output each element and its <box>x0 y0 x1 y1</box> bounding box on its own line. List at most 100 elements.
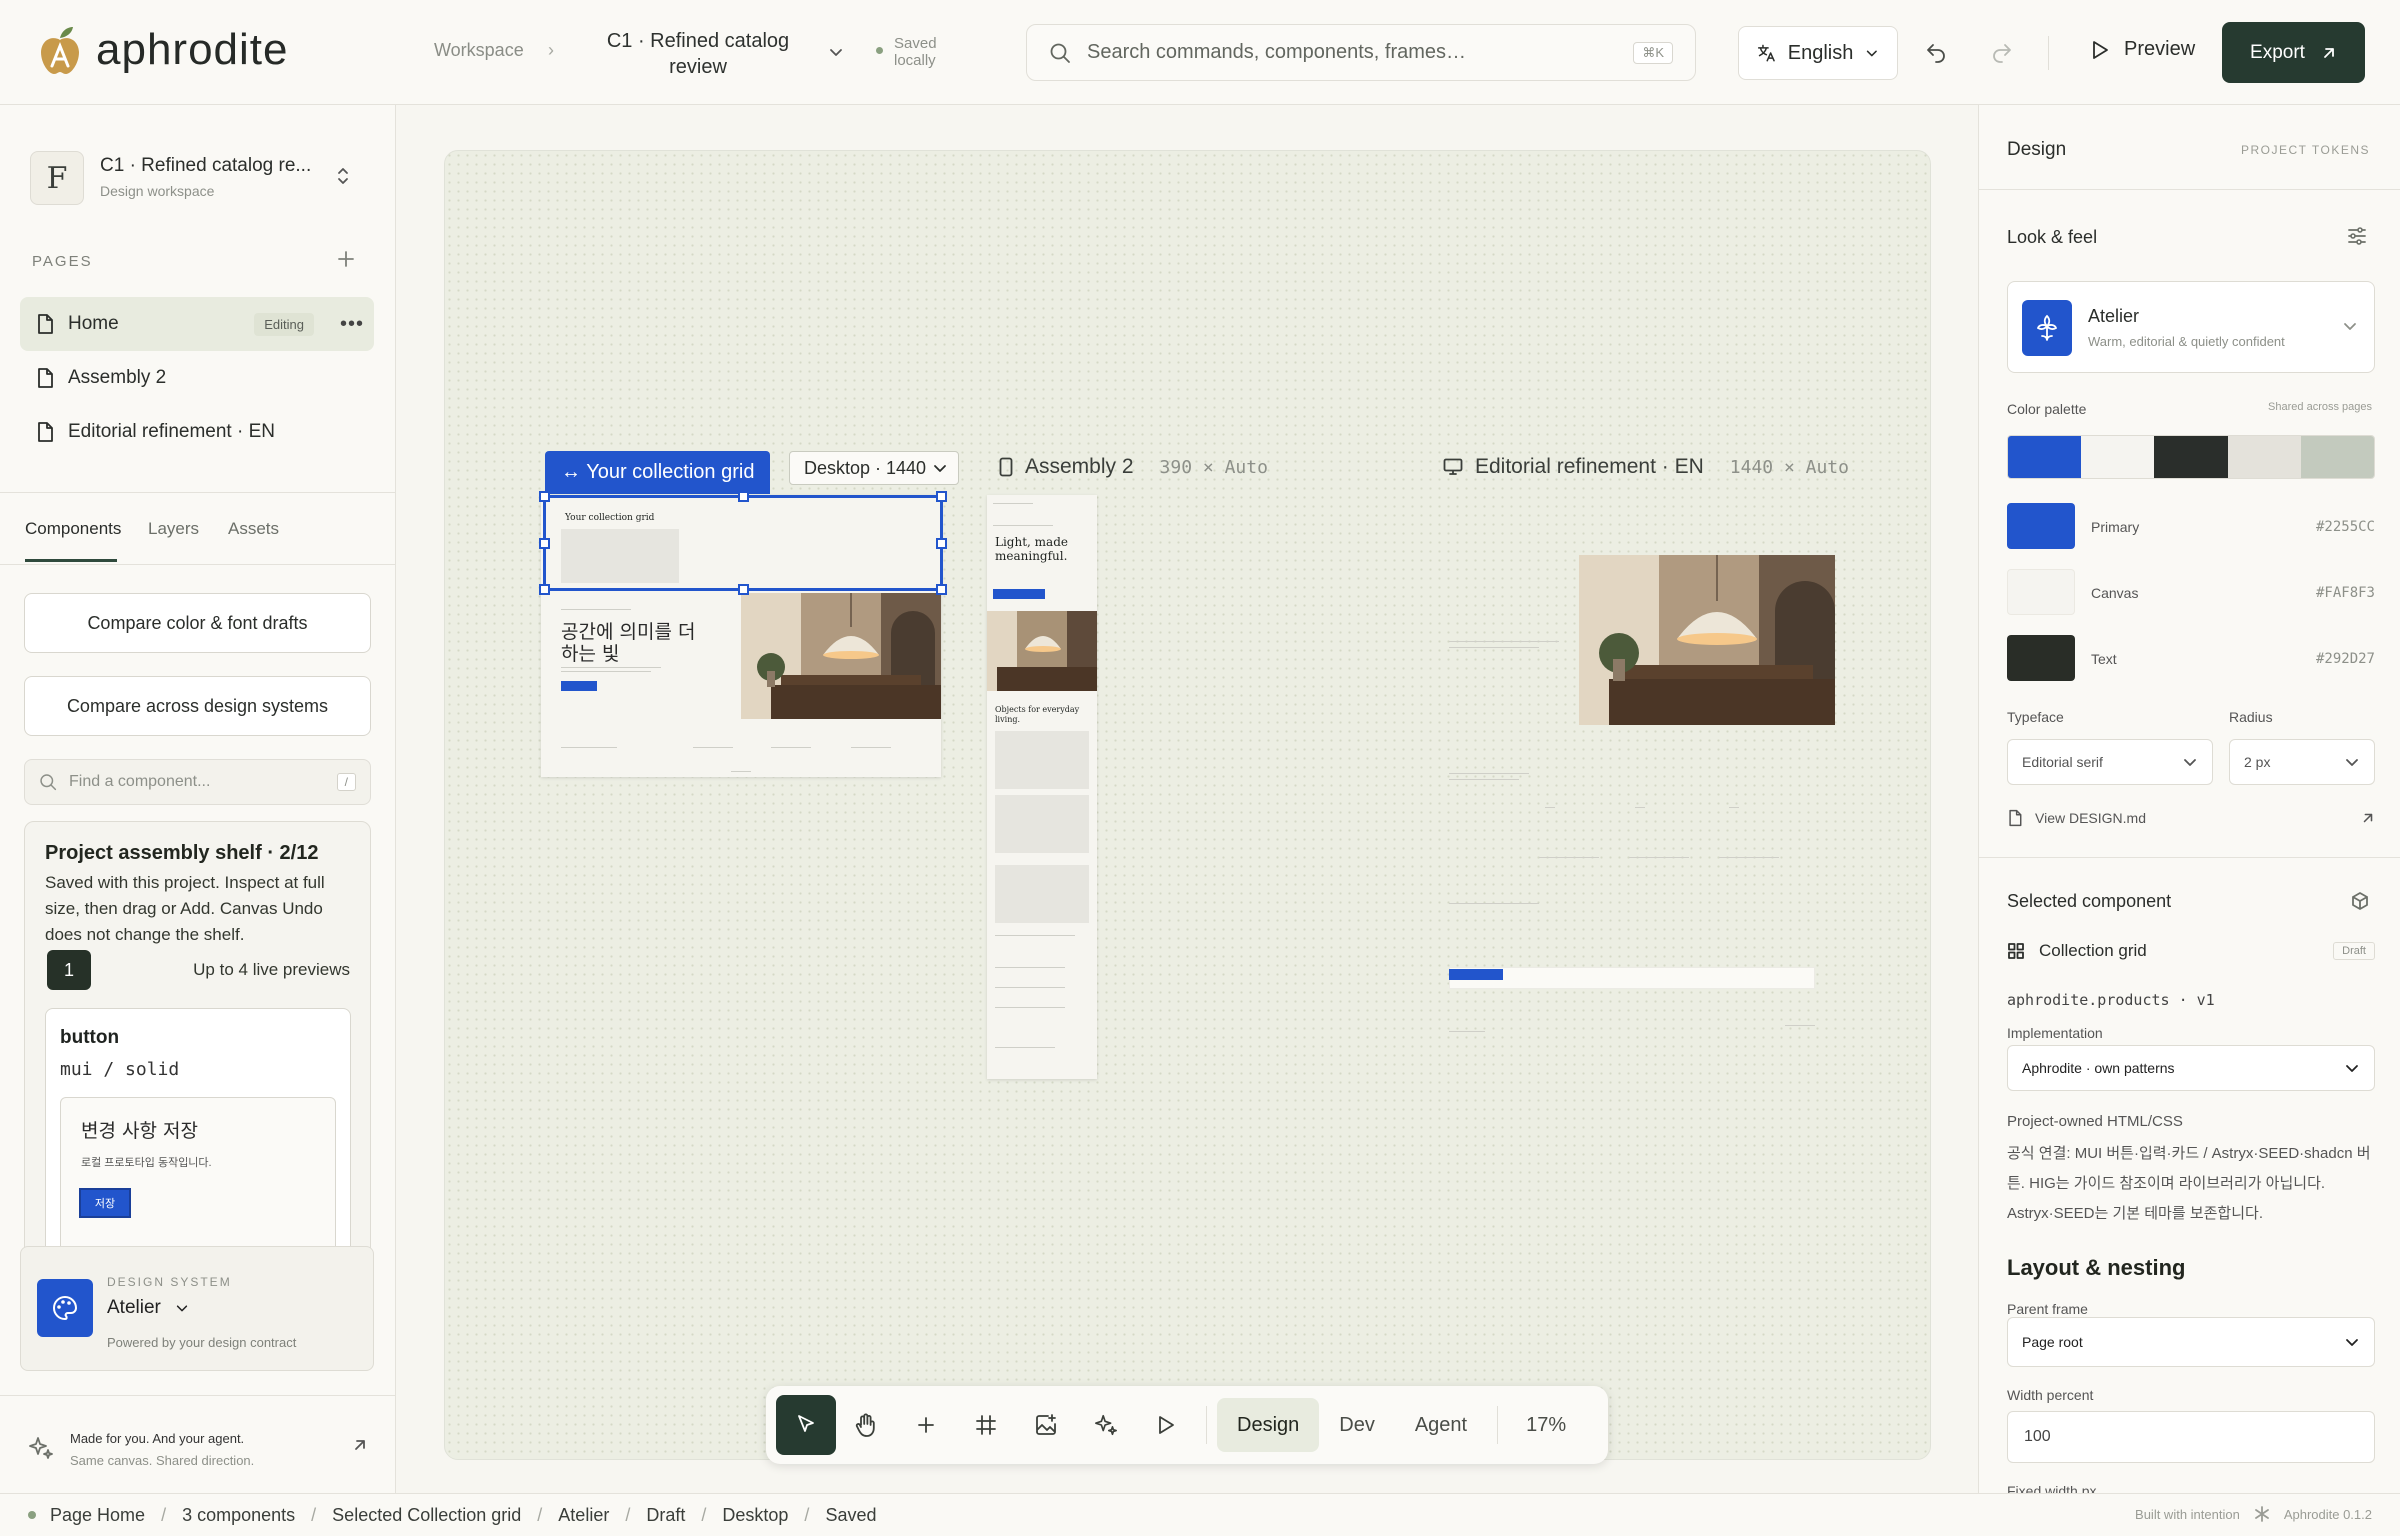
chevron-down-icon <box>1867 50 1878 57</box>
width-percent-input[interactable]: 100 <box>2007 1411 2375 1463</box>
design-system-select[interactable]: Atelier <box>107 1297 189 1319</box>
radius-select[interactable]: 2 px <box>2229 739 2375 785</box>
text-line <box>1635 807 1645 808</box>
resize-handle[interactable] <box>738 491 749 502</box>
document-icon <box>38 314 53 334</box>
resize-handle[interactable] <box>539 538 550 549</box>
design-system-sub: Powered by your design contract <box>107 1335 297 1350</box>
image-tool[interactable] <box>1016 1395 1076 1455</box>
mode-design[interactable]: Design <box>1217 1398 1320 1452</box>
component-search-input[interactable]: Find a component... / <box>24 759 371 805</box>
workspace-switcher[interactable]: F C1 · Refined catalog re... Design work… <box>30 145 370 207</box>
component-path: aphrodite.products · v1 <box>2007 991 2215 1009</box>
shelf-count-badge[interactable]: 1 <box>47 950 91 990</box>
shelf-title: Project assembly shelf · 2/12 <box>45 842 319 864</box>
dock-divider <box>1497 1406 1499 1444</box>
text-line <box>561 747 617 748</box>
mode-dev[interactable]: Dev <box>1319 1398 1395 1452</box>
more-icon[interactable]: ••• <box>340 313 364 336</box>
frame1-cta <box>561 681 597 691</box>
add-tool[interactable] <box>896 1395 956 1455</box>
redo-icon[interactable] <box>1990 40 2014 64</box>
status-right: Built with intention Aphrodite 0.1.2 <box>2135 1506 2372 1522</box>
chevron-up-down-icon <box>338 168 348 184</box>
active-tab-indicator <box>25 559 117 562</box>
swatch-row-primary[interactable]: Primary #2255CC <box>2007 503 2375 553</box>
dock-divider <box>1206 1406 1207 1444</box>
text-line <box>993 525 1053 526</box>
frame-label-assembly-2[interactable]: Assembly 2 390 × Auto <box>999 455 1268 479</box>
swatch-row-canvas[interactable]: Canvas #FAF8F3 <box>2007 569 2375 619</box>
palette-chip[interactable] <box>2081 436 2155 478</box>
palette-chip[interactable] <box>2227 436 2301 478</box>
view-design-md-link[interactable]: View DESIGN.md <box>2007 809 2375 827</box>
palette-chip[interactable] <box>2300 436 2374 478</box>
compare-systems-button[interactable]: Compare across design systems <box>24 676 371 736</box>
theme-sub: Warm, editorial & quietly confident <box>2088 334 2285 349</box>
ai-tool[interactable] <box>1076 1395 1136 1455</box>
resize-handle[interactable] <box>936 538 947 549</box>
breadcrumb-workspace[interactable]: Workspace <box>434 40 524 61</box>
undo-icon[interactable] <box>1924 40 1948 64</box>
project-title[interactable]: C1 · Refined catalog review <box>598 28 798 80</box>
tab-layers[interactable]: Layers <box>148 519 199 539</box>
page-item-home[interactable]: Home Editing ••• <box>20 297 374 351</box>
frame2-title: Assembly 2 <box>1025 455 1134 478</box>
typeface-select[interactable]: Editorial serif <box>2007 739 2213 785</box>
frame3-footer-bar <box>1449 967 1815 989</box>
sliders-icon[interactable] <box>2346 225 2368 247</box>
compare-color-button[interactable]: Compare color & font drafts <box>24 593 371 653</box>
play-tool[interactable] <box>1136 1395 1196 1455</box>
apple-logo-icon <box>41 27 79 74</box>
command-search[interactable]: Search commands, components, frames… ⌘K <box>1026 24 1696 81</box>
export-button[interactable]: Export <box>2222 22 2365 83</box>
typeface-value: Editorial serif <box>2022 754 2103 770</box>
hand-tool[interactable] <box>836 1395 896 1455</box>
project-tokens-link[interactable]: PROJECT TOKENS <box>2241 143 2370 157</box>
chevron-down-icon <box>2344 323 2356 330</box>
parent-frame-select[interactable]: Page root <box>2007 1317 2375 1367</box>
zoom-level[interactable]: 17% <box>1508 1414 1584 1437</box>
design-system-label: DESIGN SYSTEM <box>107 1275 232 1289</box>
preview-button[interactable]: Preview <box>2090 38 2195 61</box>
design-canvas[interactable]: ↔ Your collection grid Desktop · 1440 As… <box>444 150 1931 1460</box>
resize-handle[interactable] <box>738 584 749 595</box>
component-row[interactable]: Collection grid Draft <box>2007 941 2375 961</box>
page-label: Assembly 2 <box>68 367 167 388</box>
palette-strip[interactable] <box>2007 435 2375 479</box>
resize-handle[interactable] <box>539 584 550 595</box>
breakpoint-select[interactable]: Desktop · 1440 <box>789 451 959 485</box>
palette-chip[interactable] <box>2154 436 2228 478</box>
resize-handle[interactable] <box>936 491 947 502</box>
tab-assets[interactable]: Assets <box>228 519 279 539</box>
status-system: Atelier <box>558 1504 610 1525</box>
implementation-select[interactable]: Aphrodite · own patterns <box>2007 1045 2375 1091</box>
swatch-name: Canvas <box>2091 585 2139 601</box>
design-system-card[interactable]: DESIGN SYSTEM Atelier Powered by your de… <box>20 1246 374 1371</box>
status-sep: / <box>701 1504 707 1525</box>
frame-tool[interactable] <box>956 1395 1016 1455</box>
palette-chip[interactable] <box>2008 436 2082 478</box>
selected-component-tag[interactable]: ↔ Your collection grid <box>545 451 771 494</box>
resize-handle[interactable] <box>539 491 550 502</box>
right-panel: Design PROJECT TOKENS Look & feel Atelie… <box>1978 105 2400 1493</box>
plus-icon[interactable] <box>336 249 356 269</box>
frame-label-editorial[interactable]: Editorial refinement · EN 1440 × Auto <box>1443 455 1849 479</box>
resize-handle[interactable] <box>936 584 947 595</box>
app-logo[interactable]: aphrodite <box>38 24 288 76</box>
page-item-editorial[interactable]: Editorial refinement · EN <box>20 405 374 459</box>
select-tool[interactable] <box>776 1395 836 1455</box>
agent-promo[interactable]: Made for you. And your agent. Same canva… <box>28 1423 368 1473</box>
page-item-assembly-2[interactable]: Assembly 2 <box>20 351 374 405</box>
text-line <box>1629 857 1689 858</box>
selection-box[interactable] <box>539 491 947 595</box>
language-select[interactable]: English <box>1738 26 1898 80</box>
theme-select[interactable]: Atelier Warm, editorial & quietly confid… <box>2007 281 2375 373</box>
swatch-hex: #FAF8F3 <box>2315 585 2375 601</box>
tab-components[interactable]: Components <box>25 519 121 539</box>
chevron-down-icon[interactable] <box>828 44 844 60</box>
frame-assembly-2[interactable]: Light, made meaningful. Objects for ever… <box>987 495 1097 1079</box>
mode-agent[interactable]: Agent <box>1395 1398 1487 1452</box>
frame3-title: Editorial refinement · EN <box>1475 455 1704 478</box>
swatch-row-text[interactable]: Text #292D27 <box>2007 635 2375 685</box>
